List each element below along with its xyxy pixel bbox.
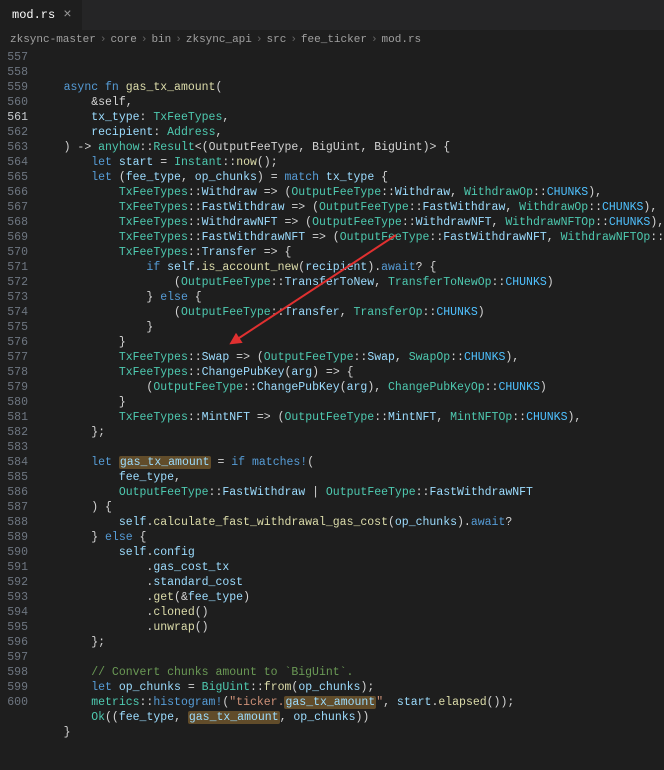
tab-bar: mod.rs × [0,0,664,30]
crumb[interactable]: src [267,34,287,46]
chevron-right-icon: › [175,34,182,46]
chevron-right-icon: › [141,34,148,46]
tab-label: mod.rs [12,8,55,22]
chevron-right-icon: › [371,34,378,46]
breadcrumb[interactable]: zksync-master› core› bin› zksync_api› sr… [0,30,664,50]
crumb[interactable]: zksync-master [10,34,96,46]
tab-mod-rs[interactable]: mod.rs × [0,0,83,30]
code-area[interactable]: async fn gas_tx_amount( &self, tx_type: … [36,50,664,770]
crumb[interactable]: mod.rs [382,34,422,46]
chevron-right-icon: › [290,34,297,46]
line-number-gutter: 5575585595605615625635645655665675685695… [0,50,36,770]
close-icon[interactable]: × [61,7,73,23]
chevron-right-icon: › [256,34,263,46]
code-editor[interactable]: 5575585595605615625635645655665675685695… [0,50,664,770]
crumb[interactable]: bin [151,34,171,46]
crumb[interactable]: core [110,34,136,46]
crumb[interactable]: fee_ticker [301,34,367,46]
chevron-right-icon: › [100,34,107,46]
crumb[interactable]: zksync_api [186,34,252,46]
